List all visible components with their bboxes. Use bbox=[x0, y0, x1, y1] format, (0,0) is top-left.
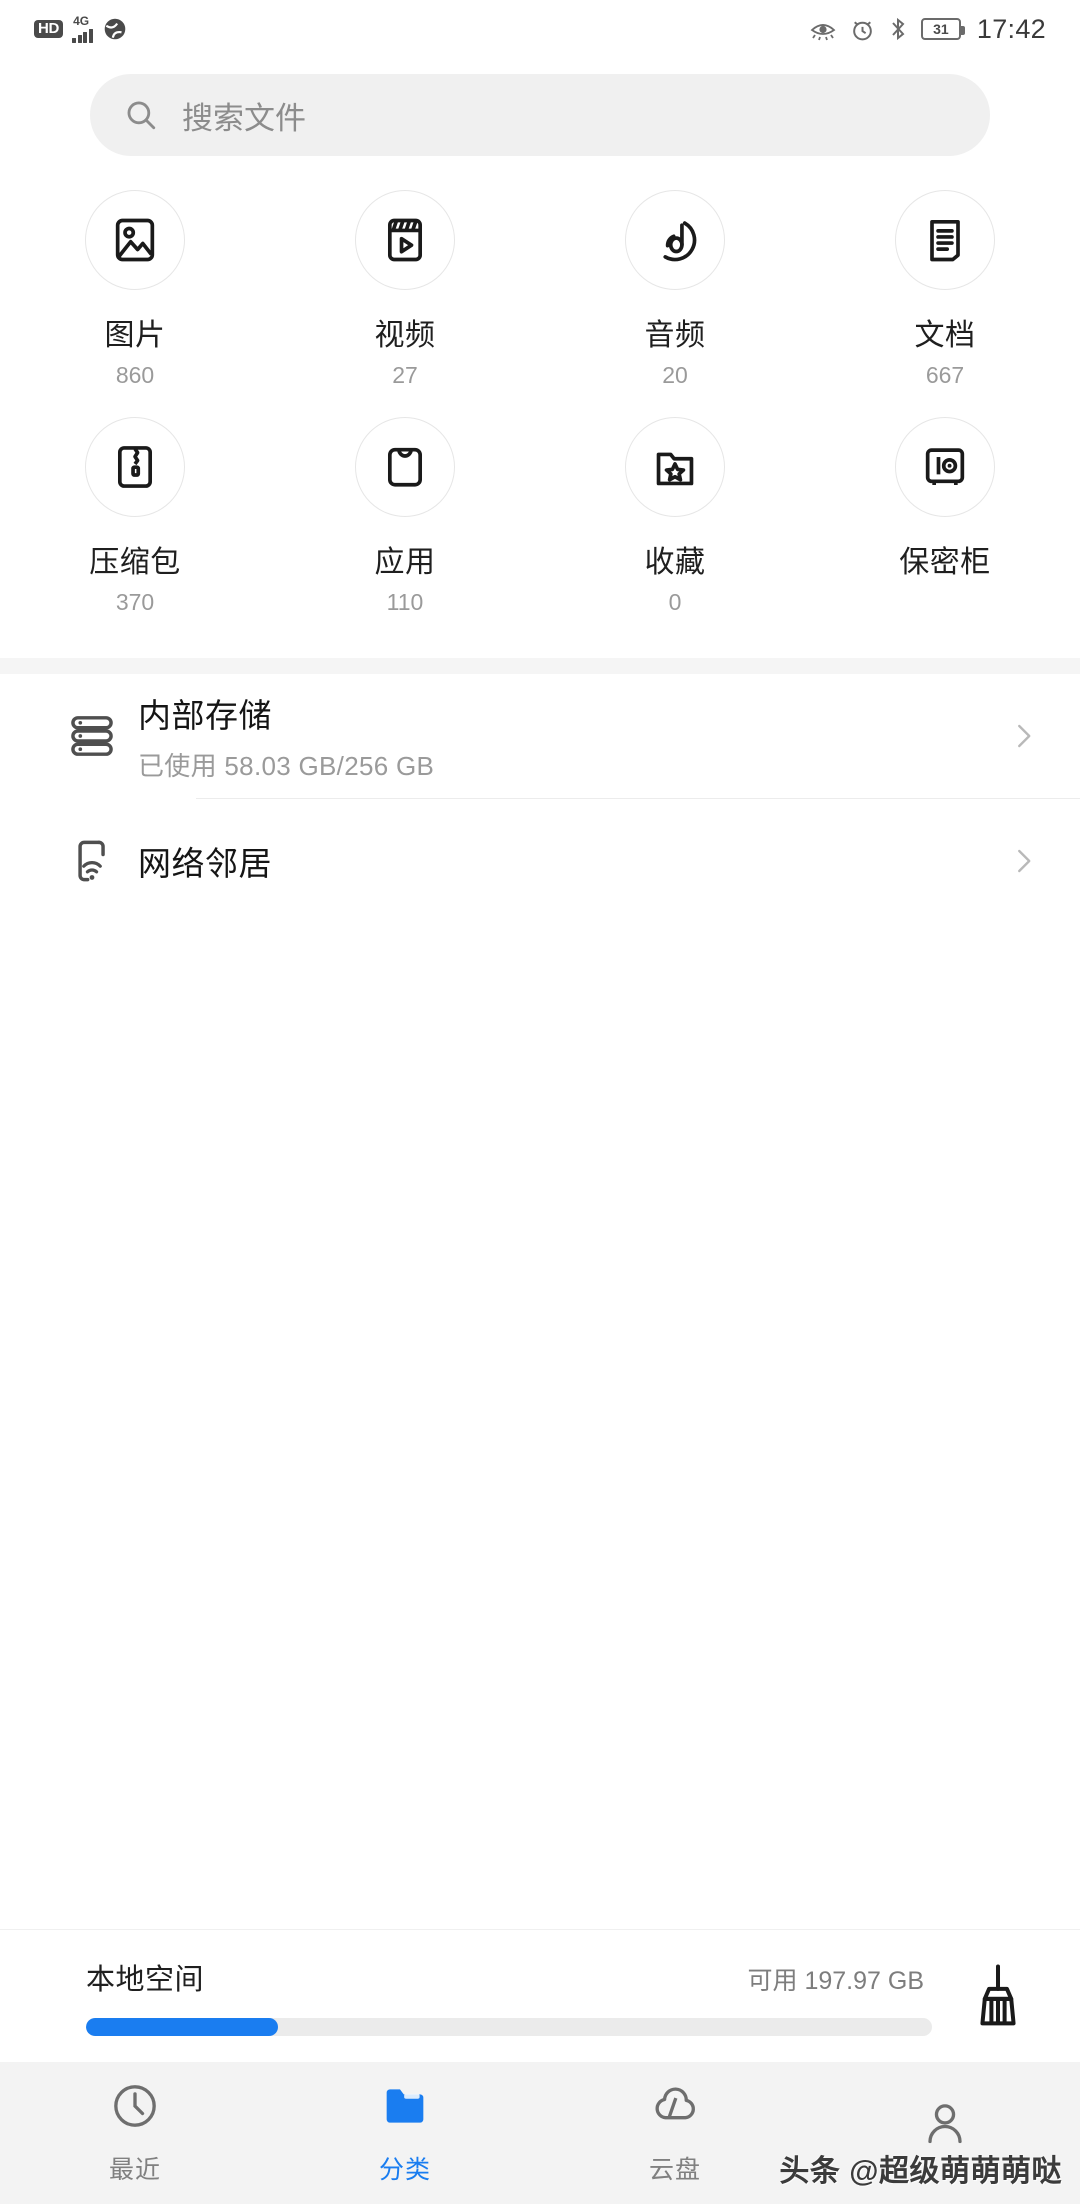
nav-label: 分类 bbox=[378, 2155, 431, 2184]
watermark-text: 头条 @超级萌萌萌哒 bbox=[779, 2155, 1062, 2188]
status-bar-left: HD 4G bbox=[34, 15, 128, 43]
list-item-subtitle: 已使用 58.03 GB/256 GB bbox=[138, 751, 435, 781]
local-space-header: 本地空间 可用 197.97 GB bbox=[86, 1956, 932, 1998]
list-item-internal-storage[interactable]: 内部存储 已使用 58.03 GB/256 GB bbox=[0, 674, 1080, 798]
signal-bars-icon: 4G bbox=[72, 15, 93, 43]
category-item-apps[interactable]: 应用 110 bbox=[270, 417, 540, 616]
image-icon bbox=[85, 190, 185, 290]
file-manager-screen: HD 4G 31 17:42 搜索文件 图片 860 视频 27 音频 20 文… bbox=[0, 0, 1080, 2204]
list-item-text: 内部存储 已使用 58.03 GB/256 GB bbox=[138, 689, 1006, 783]
local-space-main: 本地空间 可用 197.97 GB bbox=[86, 1956, 932, 2036]
category-label: 收藏 bbox=[644, 546, 706, 579]
status-bar-clock: 17:42 bbox=[976, 13, 1046, 44]
battery-level-label: 31 bbox=[933, 21, 949, 37]
search-section: 搜索文件 bbox=[0, 58, 1080, 156]
clock-icon bbox=[110, 2081, 160, 2136]
favorite-folder-icon bbox=[625, 417, 725, 517]
network-gen-label: 4G bbox=[73, 14, 90, 28]
category-item-archives[interactable]: 压缩包 370 bbox=[0, 417, 270, 616]
search-icon bbox=[124, 98, 158, 132]
nav-item-categories[interactable]: 分类 bbox=[270, 2081, 540, 2186]
storage-progress-fill bbox=[86, 2018, 279, 2036]
audio-icon bbox=[625, 190, 725, 290]
video-icon bbox=[355, 190, 455, 290]
document-icon bbox=[895, 190, 995, 290]
category-count: 20 bbox=[662, 362, 688, 388]
section-divider bbox=[0, 658, 1080, 674]
category-count: 370 bbox=[115, 589, 155, 615]
category-label: 图片 bbox=[104, 319, 166, 352]
storage-progress-bar bbox=[86, 2018, 932, 2036]
app-bag-icon bbox=[355, 417, 455, 517]
storage-list: 内部存储 已使用 58.03 GB/256 GB 网络邻居 bbox=[0, 674, 1080, 923]
category-item-images[interactable]: 图片 860 bbox=[0, 190, 270, 389]
category-item-audio[interactable]: 音频 20 bbox=[540, 190, 810, 389]
category-item-documents[interactable]: 文档 667 bbox=[810, 190, 1080, 389]
list-item-title: 内部存储 bbox=[138, 697, 272, 734]
local-space-title: 本地空间 bbox=[86, 1964, 205, 1996]
category-label: 音频 bbox=[644, 319, 706, 352]
category-label: 视频 bbox=[374, 319, 436, 352]
category-count: 110 bbox=[386, 589, 424, 615]
category-item-favorites[interactable]: 收藏 0 bbox=[540, 417, 810, 616]
chevron-right-icon bbox=[1006, 721, 1040, 751]
alarm-clock-icon bbox=[850, 17, 875, 42]
category-row-1: 图片 860 视频 27 音频 20 文档 667 bbox=[0, 190, 1080, 389]
category-label: 保密柜 bbox=[899, 546, 991, 579]
internal-storage-icon bbox=[66, 710, 138, 762]
archive-icon bbox=[85, 417, 185, 517]
category-grid: 图片 860 视频 27 音频 20 文档 667 压缩包 370 应用 110… bbox=[0, 156, 1080, 616]
safe-box-icon bbox=[895, 417, 995, 517]
local-space-panel: 本地空间 可用 197.97 GB bbox=[0, 1929, 1080, 2062]
list-item-text: 网络邻居 bbox=[138, 837, 1006, 885]
category-item-videos[interactable]: 视频 27 bbox=[270, 190, 540, 389]
category-label: 文档 bbox=[914, 319, 976, 352]
nav-item-recent[interactable]: 最近 bbox=[0, 2081, 270, 2186]
nav-item-cloud[interactable]: 云盘 bbox=[540, 2081, 810, 2186]
list-item-title: 网络邻居 bbox=[138, 845, 272, 882]
nav-label: 云盘 bbox=[648, 2155, 701, 2184]
category-label: 应用 bbox=[374, 546, 436, 579]
broom-icon[interactable] bbox=[962, 1963, 1034, 2029]
search-placeholder: 搜索文件 bbox=[182, 100, 306, 136]
hd-badge: HD bbox=[34, 20, 64, 38]
list-item-network-neighbor[interactable]: 网络邻居 bbox=[0, 799, 1080, 923]
network-neighbor-icon bbox=[66, 835, 138, 887]
status-bar-right: 31 17:42 bbox=[809, 14, 1046, 45]
category-count: 860 bbox=[115, 362, 155, 388]
nav-label: 最近 bbox=[108, 2155, 161, 2184]
folder-icon bbox=[380, 2081, 430, 2136]
search-input[interactable]: 搜索文件 bbox=[90, 74, 990, 156]
category-count: 667 bbox=[925, 362, 965, 388]
category-count: 27 bbox=[392, 362, 418, 388]
battery-indicator: 31 bbox=[920, 18, 965, 40]
cloud-icon bbox=[650, 2081, 700, 2136]
status-bar: HD 4G 31 17:42 bbox=[0, 0, 1080, 58]
globe-icon bbox=[102, 16, 128, 42]
category-item-safe[interactable]: 保密柜 bbox=[810, 417, 1080, 616]
local-space-free: 可用 197.97 GB bbox=[747, 1967, 924, 1995]
bluetooth-icon bbox=[888, 16, 908, 42]
chevron-right-icon bbox=[1006, 846, 1040, 876]
category-label: 压缩包 bbox=[89, 546, 181, 579]
category-count: 0 bbox=[668, 589, 682, 615]
content-spacer bbox=[0, 923, 1080, 1929]
category-row-2: 压缩包 370 应用 110 收藏 0 保密柜 bbox=[0, 417, 1080, 616]
eye-comfort-icon bbox=[809, 17, 837, 41]
